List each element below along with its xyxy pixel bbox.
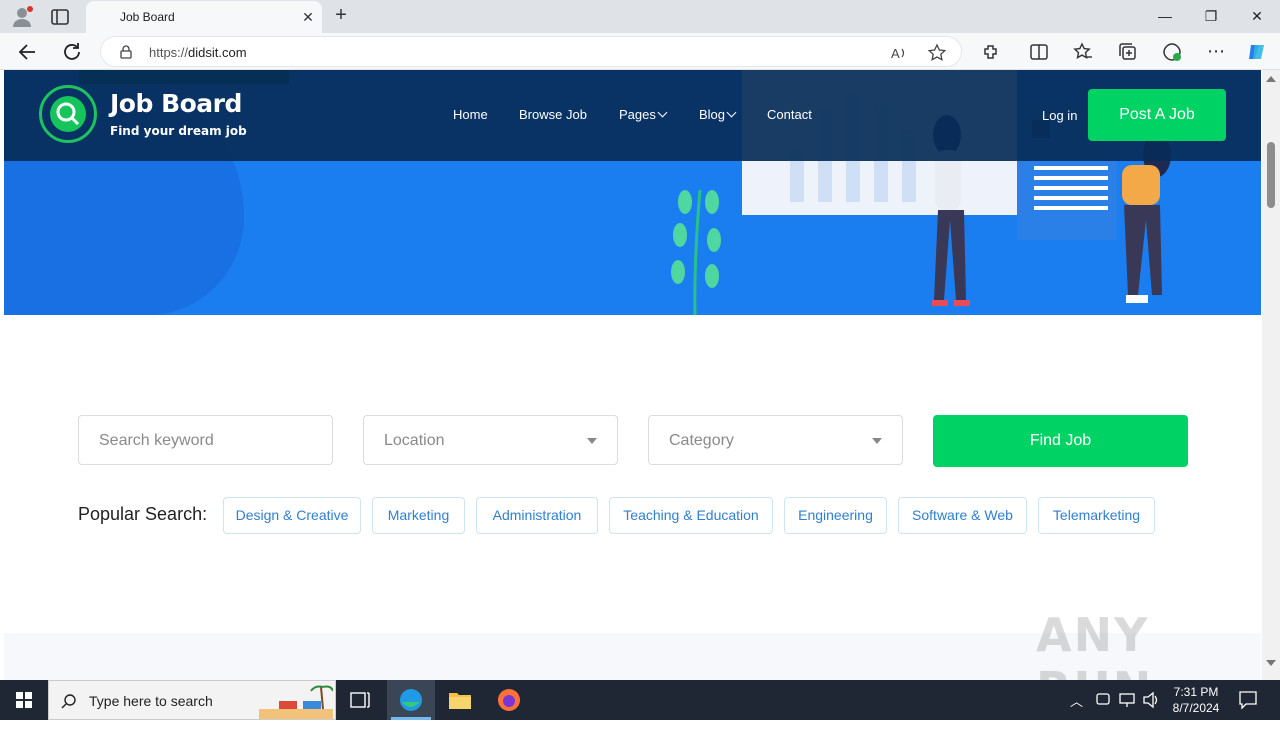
logo-magnifier-icon <box>50 96 86 132</box>
refresh-icon[interactable] <box>59 39 85 65</box>
active-tab[interactable]: Job Board ✕ <box>86 1 322 33</box>
url-text: https://didsit.com <box>149 45 247 60</box>
volume-icon[interactable] <box>1141 680 1161 720</box>
favorite-star-icon[interactable] <box>927 43 947 63</box>
taskbar-search-input[interactable]: Type here to search <box>48 680 336 720</box>
plant-illustration <box>671 189 721 315</box>
taskbar-search-placeholder: Type here to search <box>89 693 213 709</box>
extensions-icon[interactable] <box>980 41 1002 63</box>
dropdown-caret-icon <box>872 438 882 444</box>
close-window-button[interactable]: ✕ <box>1234 0 1280 32</box>
site-header: Job Board Find your dream job Home Brows… <box>4 70 1261 161</box>
nav-blog[interactable]: Blog <box>699 107 737 122</box>
popular-chip[interactable]: Marketing <box>372 497 465 534</box>
find-job-button[interactable]: Find Job <box>933 415 1188 467</box>
favicon-icon <box>98 10 112 24</box>
dropdown-caret-icon <box>587 438 597 444</box>
search-keyword-input[interactable]: Search keyword <box>78 415 333 465</box>
post-job-button[interactable]: Post A Job <box>1088 89 1226 141</box>
meet-now-icon[interactable] <box>1094 680 1112 720</box>
split-screen-icon[interactable] <box>1028 41 1050 63</box>
popular-search-label: Popular Search: <box>78 504 208 524</box>
search-icon <box>61 694 76 709</box>
file-explorer-icon[interactable] <box>436 680 484 720</box>
nav-pages[interactable]: Pages <box>619 107 668 122</box>
new-tab-icon[interactable]: + <box>330 5 352 27</box>
restore-button[interactable]: ❐ <box>1188 0 1234 32</box>
scroll-up-icon[interactable] <box>1266 76 1276 82</box>
address-bar-row: https://didsit.com A ⋯ <box>0 33 1280 70</box>
windows-start-icon[interactable] <box>0 680 48 720</box>
chevron-down-icon <box>726 107 737 118</box>
close-tab-icon[interactable]: ✕ <box>298 7 318 27</box>
lock-icon[interactable] <box>119 45 133 59</box>
page-viewport: Job Board Find your dream job Home Brows… <box>0 70 1280 680</box>
windows-taskbar: Type here to search ︿ 7:31 PM 8/7/2024 <box>0 680 1280 720</box>
url-input[interactable]: https://didsit.com A <box>100 36 962 67</box>
popular-chip[interactable]: Teaching & Education <box>609 497 773 534</box>
copilot-icon[interactable] <box>1246 41 1268 63</box>
beach-search-highlight-icon <box>259 685 333 719</box>
tab-actions-icon[interactable] <box>48 6 72 28</box>
clock-date: 8/7/2024 <box>1172 701 1220 715</box>
show-hidden-icons-icon[interactable]: ︿ <box>1070 691 1083 731</box>
nav-browse-job[interactable]: Browse Job <box>519 107 587 122</box>
browser-tab-bar: Job Board ✕ + — ❐ ✕ <box>0 0 1280 33</box>
task-view-icon[interactable] <box>336 680 384 720</box>
popular-chip[interactable]: Engineering <box>784 497 887 534</box>
firefox-icon[interactable] <box>485 680 533 720</box>
page-scrollbar[interactable] <box>1262 70 1280 680</box>
popular-chip[interactable]: Telemarketing <box>1038 497 1155 534</box>
brand-tagline: Find your dream job <box>110 124 247 138</box>
clock-time: 7:31 PM <box>1173 685 1219 699</box>
logo-icon[interactable] <box>39 85 97 143</box>
collections-icon[interactable] <box>1117 41 1139 63</box>
login-link[interactable]: Log in <box>1042 108 1077 123</box>
notification-icon[interactable] <box>1236 680 1260 720</box>
system-clock[interactable]: 7:31 PM 8/7/2024 <box>1160 684 1232 716</box>
scrollbar-thumb[interactable] <box>1267 142 1275 208</box>
popular-chip[interactable]: Software & Web <box>898 497 1027 534</box>
favorites-icon[interactable] <box>1072 41 1094 63</box>
back-icon[interactable] <box>15 39 41 65</box>
minimize-button[interactable]: — <box>1142 0 1188 32</box>
location-label: Location <box>384 432 445 449</box>
popular-chip[interactable]: Design & Creative <box>223 497 361 534</box>
nav-contact[interactable]: Contact <box>767 107 812 122</box>
scroll-down-icon[interactable] <box>1266 660 1276 666</box>
category-select[interactable]: Category <box>648 415 903 465</box>
search-keyword-placeholder: Search keyword <box>99 432 214 449</box>
category-label: Category <box>669 432 734 449</box>
svg-text:A: A <box>891 46 900 61</box>
profile-icon[interactable] <box>10 5 34 29</box>
network-icon[interactable] <box>1117 680 1137 720</box>
watermark-text: ANY RUN <box>1036 608 1151 680</box>
chevron-down-icon <box>657 107 668 118</box>
more-options-icon[interactable]: ⋯ <box>1205 41 1227 63</box>
read-aloud-icon[interactable]: A <box>889 43 909 63</box>
brand-name[interactable]: Job Board <box>110 89 242 118</box>
nav-home[interactable]: Home <box>453 107 488 122</box>
popular-chip[interactable]: Administration <box>476 497 598 534</box>
edge-taskbar-icon[interactable] <box>387 680 435 720</box>
browser-essentials-icon[interactable] <box>1161 41 1183 63</box>
tab-title: Job Board <box>120 10 175 24</box>
location-select[interactable]: Location <box>363 415 618 465</box>
